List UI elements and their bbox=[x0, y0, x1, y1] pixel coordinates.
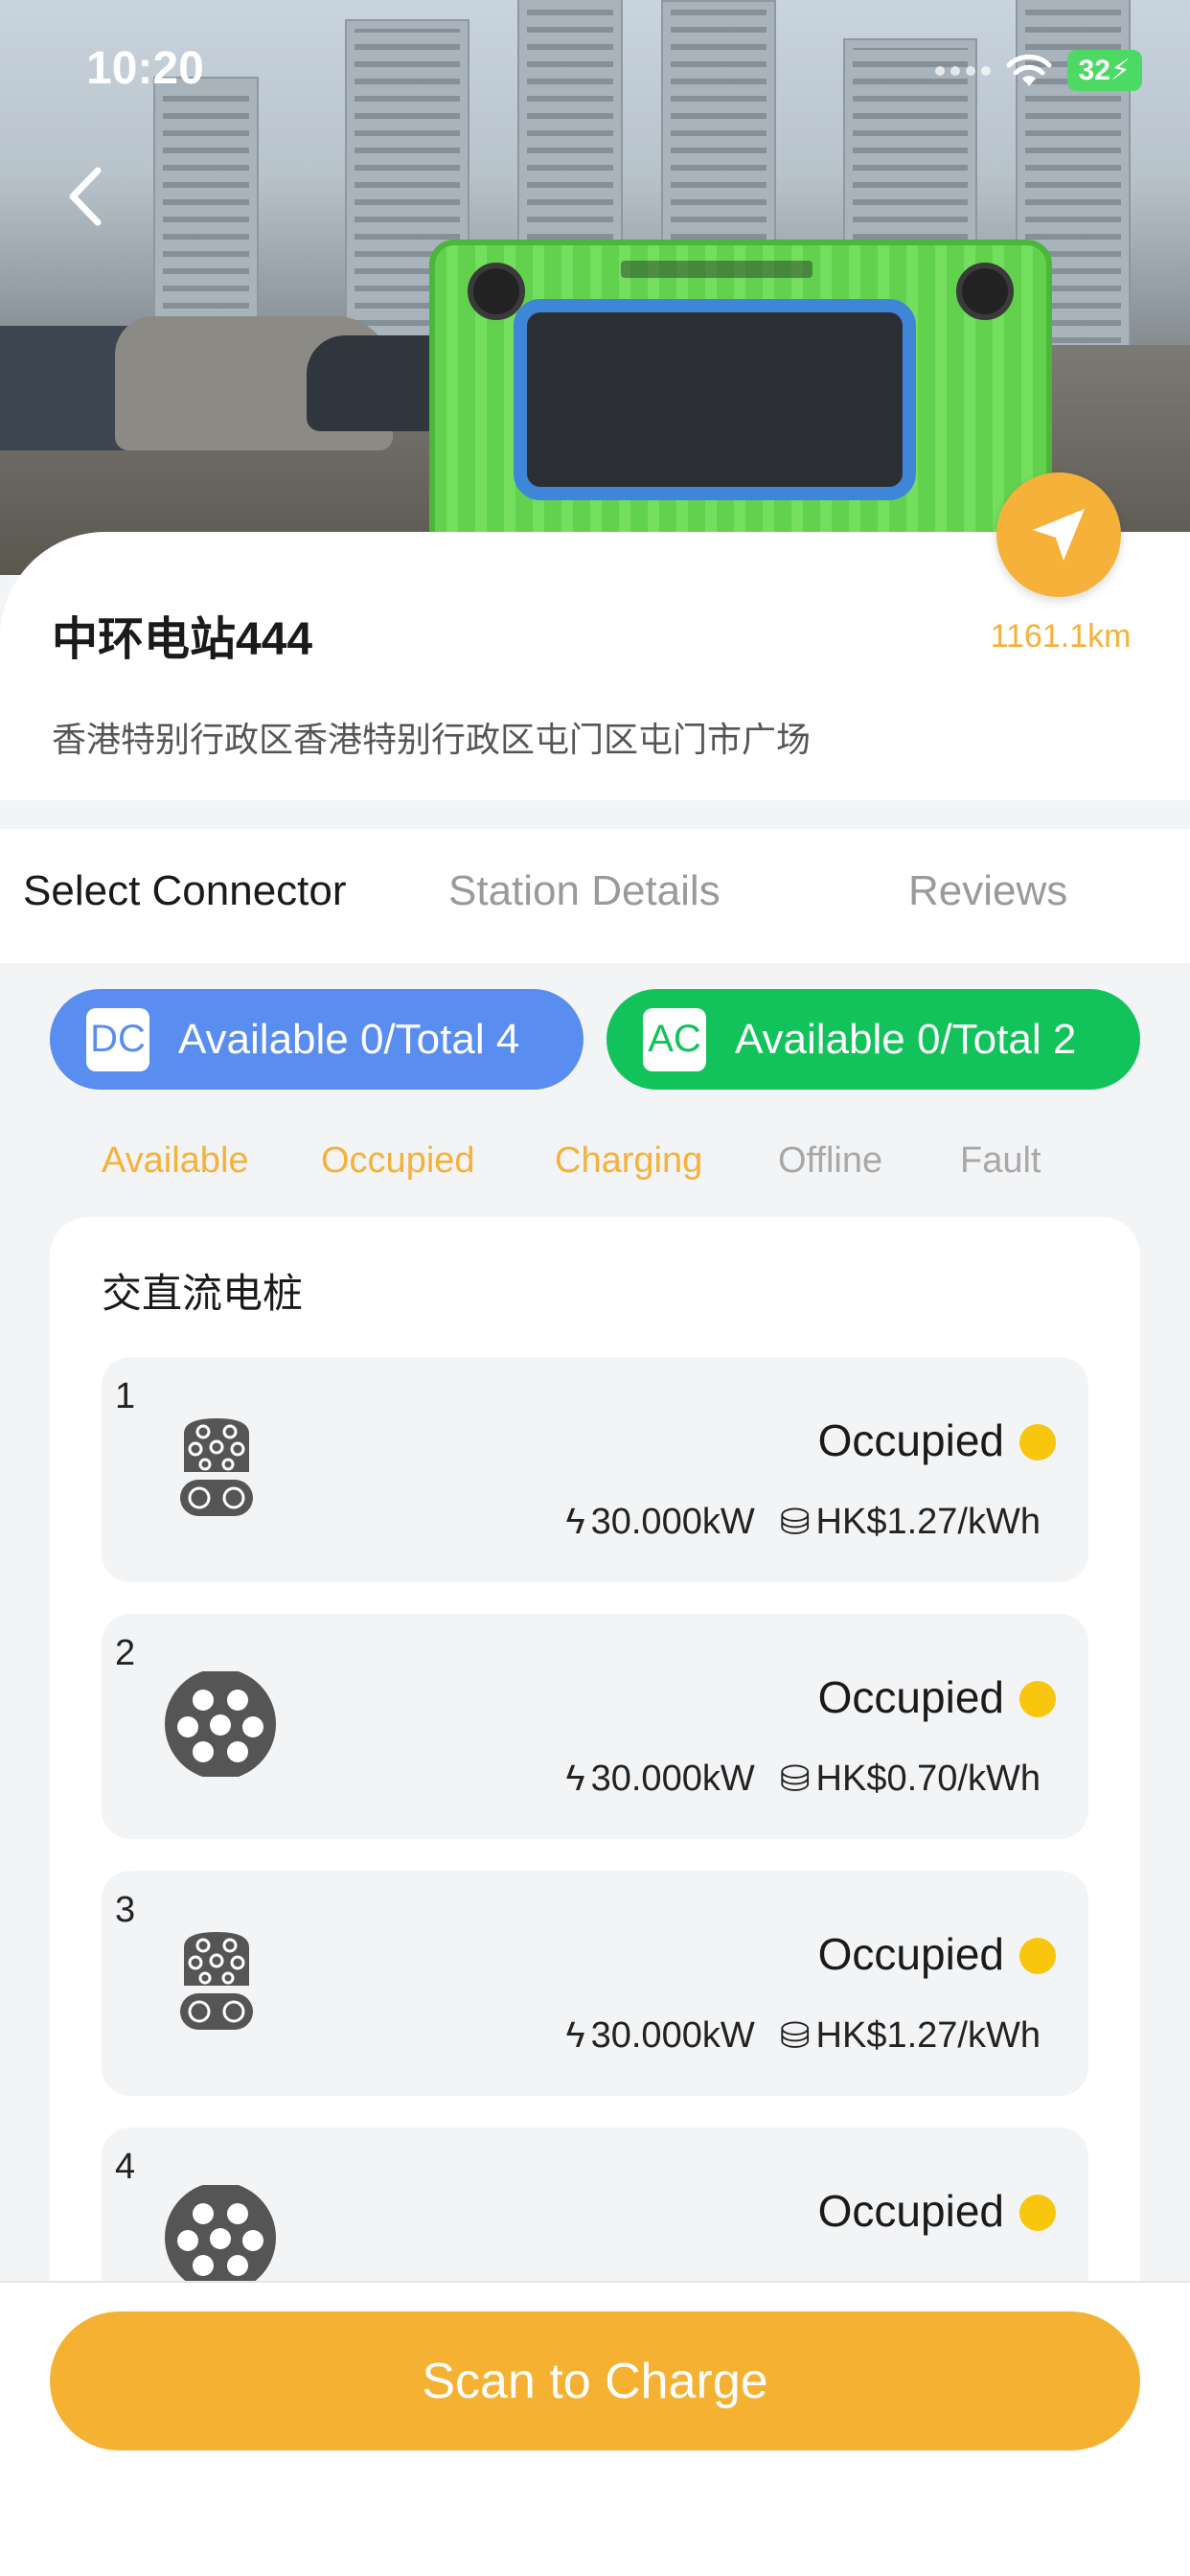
scan-to-charge-button[interactable]: Scan to Charge bbox=[50, 2312, 1140, 2450]
filter-offline[interactable]: Offline bbox=[778, 1140, 882, 1182]
connector-price: HK$1.27/kWh bbox=[815, 1502, 1041, 1542]
ac-summary-pill[interactable]: AC Available 0/Total 2 bbox=[606, 989, 1140, 1090]
lightning-icon: ϟ bbox=[565, 2015, 585, 2056]
connector-status: Occupied bbox=[817, 2186, 1004, 2236]
ac-availability: Available 0/Total 2 bbox=[735, 1015, 1077, 1063]
tab-bar: Select Connector Station Details Reviews bbox=[0, 829, 1190, 963]
coins-icon: ⛁ bbox=[779, 1760, 811, 1800]
ccs-dc-plug-icon bbox=[180, 1418, 253, 1516]
connector-status: Occupied bbox=[817, 1672, 1004, 1722]
connector-card[interactable]: 2 Occupied ϟ 30.000kW ⛁ HK$0.70/kWh bbox=[102, 1614, 1088, 1839]
ac-badge: AC bbox=[643, 1007, 706, 1071]
filter-fault[interactable]: Fault bbox=[960, 1140, 1041, 1182]
dc-summary-pill[interactable]: DC Available 0/Total 4 bbox=[50, 989, 584, 1090]
tab-reviews[interactable]: Reviews bbox=[908, 867, 1067, 915]
status-dot bbox=[1019, 1938, 1056, 1974]
connector-number: 3 bbox=[115, 1890, 136, 1930]
coins-icon: ⛁ bbox=[779, 1503, 811, 1543]
connector-status: Occupied bbox=[817, 1415, 1004, 1465]
connector-list: 交直流电桩 1 Occupied ϟ 30.000kW ⛁ HK$1.27/kWh … bbox=[50, 1217, 1140, 2348]
status-bar: 10:20 32⚡ bbox=[0, 0, 1190, 144]
battery-icon: 32⚡ bbox=[1066, 50, 1142, 91]
connector-card[interactable]: 3 Occupied ϟ 30.000kW ⛁ HK$1.27/kWh bbox=[102, 1871, 1088, 2096]
status-dot bbox=[1019, 2195, 1056, 2231]
status-dot bbox=[1019, 1424, 1056, 1460]
connector-price: HK$1.27/kWh bbox=[815, 2015, 1041, 2056]
list-title: 交直流电桩 bbox=[102, 1271, 304, 1316]
bottom-action-bar: Scan to Charge bbox=[0, 2281, 1190, 2576]
lightning-icon: ϟ bbox=[565, 1759, 585, 1799]
connector-number: 4 bbox=[115, 2147, 136, 2187]
status-icons: 32⚡ bbox=[934, 50, 1142, 91]
navigation-arrow-icon bbox=[1033, 509, 1085, 561]
connector-number: 2 bbox=[115, 1633, 136, 1673]
type2-ac-plug-icon bbox=[165, 1671, 276, 1777]
signal-icon bbox=[934, 65, 991, 76]
connector-power: 30.000kW bbox=[590, 1502, 755, 1542]
type2-ac-plug-icon bbox=[165, 2185, 276, 2290]
status-time: 10:20 bbox=[86, 43, 204, 94]
station-name: 中环电站444 bbox=[52, 614, 313, 665]
filter-available[interactable]: Available bbox=[102, 1140, 249, 1182]
wifi-icon bbox=[1006, 54, 1052, 86]
connector-power: 30.000kW bbox=[590, 1759, 755, 1799]
dc-badge: DC bbox=[86, 1007, 149, 1071]
ccs-dc-plug-icon bbox=[180, 1932, 253, 2030]
chevron-left-icon bbox=[69, 167, 102, 226]
filter-charging[interactable]: Charging bbox=[555, 1140, 702, 1182]
connector-power: 30.000kW bbox=[590, 2015, 755, 2056]
connector-status: Occupied bbox=[817, 1929, 1004, 1979]
dc-availability: Available 0/Total 4 bbox=[178, 1015, 520, 1063]
filter-occupied[interactable]: Occupied bbox=[321, 1140, 475, 1182]
station-address: 香港特别行政区香港特别行政区屯门区屯门市广场 bbox=[52, 720, 812, 759]
connector-number: 1 bbox=[115, 1376, 136, 1416]
navigate-button[interactable] bbox=[996, 472, 1121, 597]
coins-icon: ⛁ bbox=[779, 2016, 811, 2057]
lightning-icon: ϟ bbox=[565, 1502, 585, 1542]
connector-price: HK$0.70/kWh bbox=[815, 1759, 1041, 1799]
station-distance: 1161.1km bbox=[990, 618, 1132, 655]
tab-select-connector[interactable]: Select Connector bbox=[23, 867, 347, 915]
tab-station-details[interactable]: Station Details bbox=[448, 867, 721, 915]
status-dot bbox=[1019, 1681, 1056, 1717]
connector-card[interactable]: 1 Occupied ϟ 30.000kW ⛁ HK$1.27/kWh bbox=[102, 1357, 1088, 1582]
back-button[interactable] bbox=[57, 163, 115, 230]
